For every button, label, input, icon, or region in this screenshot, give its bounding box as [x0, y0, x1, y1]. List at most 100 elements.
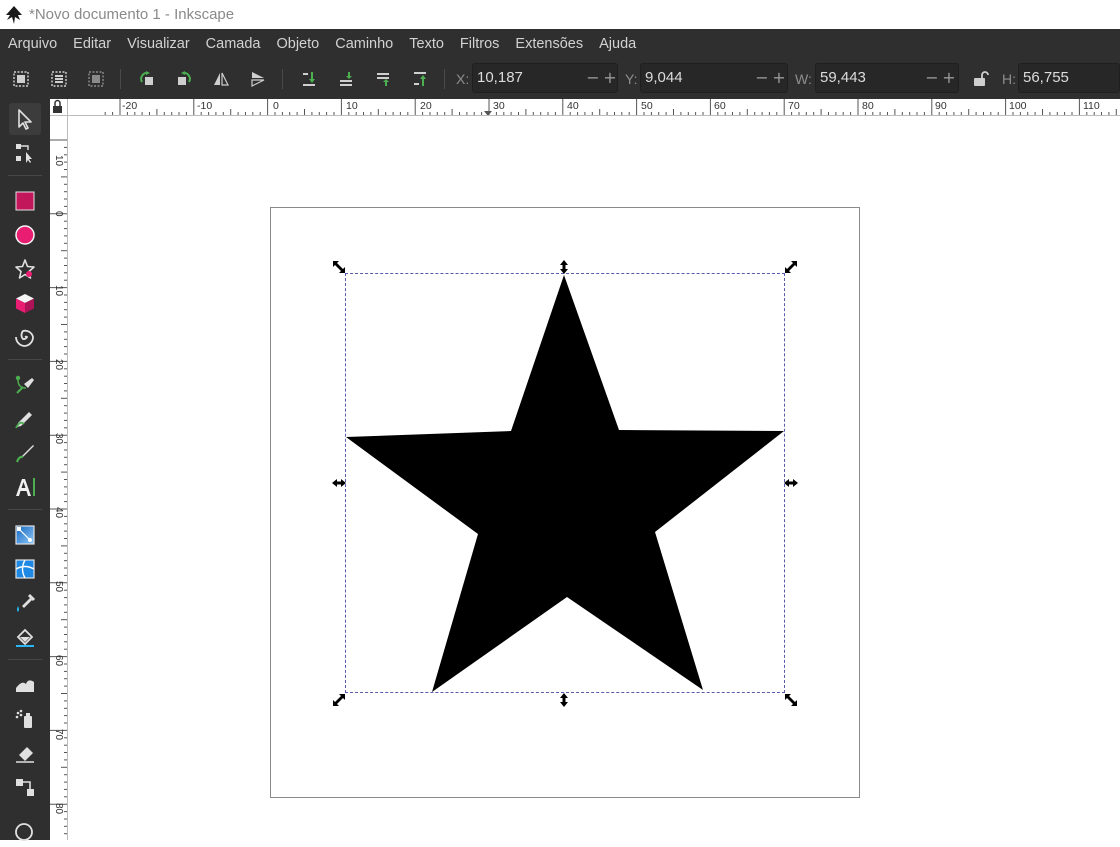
menu-texto[interactable]: Texto	[401, 29, 452, 59]
v-ruler-label: 20	[53, 359, 64, 371]
scale-handle-left[interactable]	[332, 476, 346, 490]
y-field[interactable]: 9,044 − +	[640, 63, 788, 93]
ellipse-tool-icon[interactable]	[9, 219, 41, 251]
h-ruler-label: 10	[346, 100, 358, 112]
y-increment-button[interactable]: +	[771, 64, 787, 92]
title-bar: *Novo documento 1 - Inkscape	[0, 0, 1120, 29]
h-value[interactable]: 56,755	[1023, 64, 1069, 92]
y-decrement-button[interactable]: −	[754, 64, 770, 92]
toolbox-separator	[8, 659, 42, 660]
v-ruler-label: 0	[53, 211, 64, 217]
h-ruler-label: 90	[935, 100, 947, 112]
h-ruler-label: 0	[273, 100, 279, 112]
tool-controls-bar: X: 10,187 − + Y: 9,044 − + W: 59,443 − +…	[0, 59, 1120, 99]
bezier-pen-tool-icon[interactable]	[9, 369, 41, 401]
x-decrement-button[interactable]: −	[585, 64, 601, 92]
toolbox-separator	[8, 509, 42, 510]
window-title: *Novo documento 1 - Inkscape	[29, 6, 235, 23]
v-ruler-label: 40	[53, 507, 64, 519]
menu-extensoes[interactable]: Extensões	[507, 29, 591, 59]
w-value[interactable]: 59,443	[820, 64, 866, 92]
x-value[interactable]: 10,187	[477, 64, 523, 92]
menu-editar[interactable]: Editar	[65, 29, 119, 59]
spiral-tool-icon[interactable]	[9, 321, 41, 353]
menu-objeto[interactable]: Objeto	[268, 29, 327, 59]
rotate-ccw-icon[interactable]	[135, 67, 159, 91]
v-ruler-label: 10	[53, 155, 64, 167]
h-ruler-label: 40	[567, 100, 579, 112]
horizontal-ruler[interactable]: -20 -10 0 10 20 30 40 50 60 70 80 90 100…	[68, 99, 1120, 116]
ruler-lock-icon[interactable]	[50, 99, 68, 116]
scale-handle-top-left[interactable]	[332, 260, 346, 274]
calligraphy-tool-icon[interactable]	[9, 437, 41, 469]
menu-bar: Arquivo Editar Visualizar Camada Objeto …	[0, 29, 1120, 59]
drawing-canvas[interactable]	[69, 116, 1120, 840]
dropper-tool-icon[interactable]	[9, 587, 41, 619]
menu-filtros[interactable]: Filtros	[452, 29, 507, 59]
scale-handle-bottom-left[interactable]	[332, 693, 346, 707]
lower-icon[interactable]	[334, 67, 358, 91]
y-value[interactable]: 9,044	[645, 64, 683, 92]
w-decrement-button[interactable]: −	[924, 64, 940, 92]
h-ruler-label: 50	[641, 100, 653, 112]
lower-to-bottom-icon[interactable]	[297, 67, 321, 91]
rectangle-tool-icon[interactable]	[9, 185, 41, 217]
flip-horizontal-icon[interactable]	[209, 67, 233, 91]
eraser-tool-icon[interactable]	[9, 737, 41, 769]
x-increment-button[interactable]: +	[602, 64, 618, 92]
scale-handle-right[interactable]	[784, 476, 798, 490]
scale-handle-top[interactable]	[557, 260, 571, 274]
h-field[interactable]: 56,755	[1018, 63, 1120, 93]
raise-to-top-icon[interactable]	[408, 67, 432, 91]
vertical-ruler[interactable]: 10 0 10 20 30 40 50 60 70 80	[50, 116, 68, 840]
lock-proportions-icon[interactable]	[968, 67, 992, 91]
inkscape-logo-icon	[3, 4, 25, 26]
selector-tool-icon[interactable]	[9, 103, 41, 135]
menu-ajuda[interactable]: Ajuda	[591, 29, 644, 59]
scale-handle-top-right[interactable]	[784, 260, 798, 274]
x-label: X:	[456, 71, 470, 87]
v-ruler-label: 30	[53, 433, 64, 445]
h-ruler-label: 100	[1009, 100, 1027, 112]
v-ruler-label: 50	[53, 581, 64, 593]
raise-icon[interactable]	[371, 67, 395, 91]
toolbox	[0, 99, 50, 841]
menu-visualizar[interactable]: Visualizar	[119, 29, 198, 59]
w-increment-button[interactable]: +	[941, 64, 957, 92]
node-tool-icon[interactable]	[9, 137, 41, 169]
scale-handle-bottom[interactable]	[557, 693, 571, 707]
gradient-tool-icon[interactable]	[9, 519, 41, 551]
connector-tool-icon[interactable]	[9, 771, 41, 803]
menu-arquivo[interactable]: Arquivo	[0, 29, 65, 59]
rotate-cw-icon[interactable]	[172, 67, 196, 91]
v-ruler-label: 10	[53, 285, 64, 297]
menu-caminho[interactable]: Caminho	[327, 29, 401, 59]
scale-handle-bottom-right[interactable]	[784, 693, 798, 707]
h-ruler-label: 60	[714, 100, 726, 112]
h-ruler-label: 30	[493, 100, 505, 112]
3d-box-tool-icon[interactable]	[9, 287, 41, 319]
select-all-icon[interactable]	[9, 67, 33, 91]
star-tool-icon[interactable]	[9, 253, 41, 285]
flip-vertical-icon[interactable]	[246, 67, 270, 91]
toolbar-separator	[120, 69, 121, 89]
deselect-icon[interactable]	[84, 67, 108, 91]
h-ruler-label: 70	[788, 100, 800, 112]
pencil-tool-icon[interactable]	[9, 403, 41, 435]
h-ruler-label: 80	[862, 100, 874, 112]
select-all-layers-icon[interactable]	[47, 67, 71, 91]
mesh-tool-icon[interactable]	[9, 553, 41, 585]
x-field[interactable]: 10,187 − +	[472, 63, 618, 93]
spray-tool-icon[interactable]	[9, 703, 41, 735]
h-ruler-label: 110	[1083, 100, 1100, 112]
w-field[interactable]: 59,443 − +	[815, 63, 959, 93]
tweak-tool-icon[interactable]	[9, 669, 41, 701]
y-label: Y:	[625, 71, 638, 87]
toolbar-separator	[282, 69, 283, 89]
v-ruler-label: 70	[53, 729, 64, 741]
selection-bounding-box	[345, 273, 785, 693]
text-tool-icon[interactable]	[9, 471, 41, 503]
zoom-tool-icon[interactable]	[9, 815, 41, 847]
menu-camada[interactable]: Camada	[198, 29, 269, 59]
paint-bucket-tool-icon[interactable]	[9, 621, 41, 653]
